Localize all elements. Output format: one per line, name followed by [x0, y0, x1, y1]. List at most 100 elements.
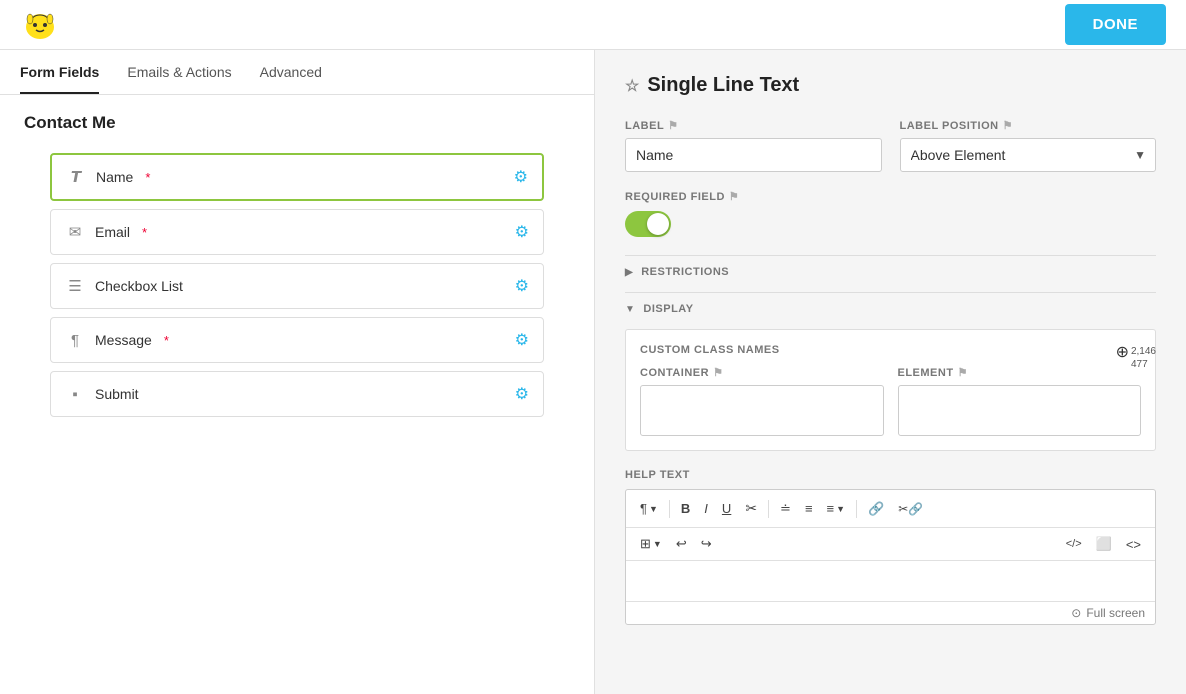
cursor-indicator: ⊕ 2,146 477: [1116, 345, 1156, 371]
main-layout: Form Fields Emails & Actions Advanced Co…: [0, 50, 1186, 694]
editor-toolbar-row2: ⊞ ▼ ↩ ↪ </> ⬜ <>: [626, 528, 1155, 561]
container-info-icon[interactable]: ⚑: [713, 366, 723, 379]
element-field: ELEMENT ⚑: [898, 366, 1142, 436]
toggle-wrap: [625, 211, 1156, 237]
logo-icon: [20, 5, 60, 45]
label-position-label: LABEL POSITION ⚑: [900, 119, 1157, 132]
element-info-icon[interactable]: ⚑: [958, 366, 968, 379]
toolbar-unlink-btn[interactable]: ✂🔗: [892, 498, 929, 520]
restrictions-arrow-icon: ▶: [625, 267, 633, 278]
container-input[interactable]: [640, 385, 884, 436]
label-field-label: LABEL ⚑: [625, 119, 882, 132]
logo-area: [20, 5, 60, 45]
element-input[interactable]: [898, 385, 1142, 436]
label-row: LABEL ⚑ LABEL POSITION ⚑ Above Element B…: [625, 119, 1156, 172]
required-star-email: *: [142, 225, 147, 240]
toggle-knob: [647, 213, 669, 235]
required-toggle[interactable]: [625, 211, 671, 237]
list-icon: ☰: [65, 277, 85, 295]
restrictions-section-header[interactable]: ▶ RESTRICTIONS: [625, 255, 1156, 288]
field-left-checkbox: ☰ Checkbox List: [65, 277, 183, 295]
field-label-email: Email: [95, 224, 130, 240]
toolbar-fullwidth-btn[interactable]: ⬜: [1090, 532, 1118, 556]
toolbar-code-btn[interactable]: <>: [1120, 533, 1147, 556]
label-info-icon[interactable]: ⚑: [668, 119, 678, 132]
toolbar-undo-btn[interactable]: ↩: [670, 532, 693, 556]
display-section: CUSTOM CLASS NAMES CONTAINER ⚑ ELEMENT ⚑: [625, 329, 1156, 451]
required-row: REQUIRED FIELD ⚑: [625, 190, 1156, 237]
cursor-coords: 2,146 477: [1131, 345, 1156, 371]
field-row-checkbox[interactable]: ☰ Checkbox List ⚙: [50, 263, 544, 309]
toolbar-italic-btn[interactable]: I: [698, 497, 714, 520]
field-label-name: Name: [96, 169, 133, 185]
toolbar-underline-btn[interactable]: U: [716, 497, 737, 520]
required-field-label: REQUIRED FIELD ⚑: [625, 190, 1156, 203]
toolbar-redo-btn[interactable]: ↪: [695, 532, 718, 556]
submit-icon: ▪: [65, 386, 85, 403]
paragraph-icon: ¶: [65, 332, 85, 349]
container-label: CONTAINER ⚑: [640, 366, 884, 379]
tab-emails-actions[interactable]: Emails & Actions: [127, 50, 231, 94]
form-fields-list: 𝙏 Name * ⚙ ✉ Email * ⚙ ☰ Checkbox: [0, 143, 594, 427]
field-label-message: Message: [95, 332, 152, 348]
display-arrow-icon: ▼: [625, 304, 635, 315]
toolbar-link-btn[interactable]: 🔗: [862, 497, 890, 521]
done-button[interactable]: DONE: [1065, 4, 1166, 45]
label-position-group: LABEL POSITION ⚑ Above Element Below Ele…: [900, 119, 1157, 172]
field-row-message[interactable]: ¶ Message * ⚙: [50, 317, 544, 363]
toolbar-ordered-list-btn[interactable]: ≐: [774, 497, 797, 521]
label-position-info-icon[interactable]: ⚑: [1003, 119, 1013, 132]
toolbar-source-btn[interactable]: </>: [1060, 534, 1088, 554]
tabs: Form Fields Emails & Actions Advanced: [0, 50, 594, 95]
display-section-header[interactable]: ▼ DISPLAY: [625, 292, 1156, 325]
field-row-email[interactable]: ✉ Email * ⚙: [50, 209, 544, 255]
container-field: CONTAINER ⚑: [640, 366, 884, 436]
tab-advanced[interactable]: Advanced: [260, 50, 322, 94]
required-star-message: *: [164, 333, 169, 348]
toolbar-align-btn[interactable]: ≡ ▼: [821, 497, 852, 520]
toolbar-paragraph-btn[interactable]: ¶ ▼: [634, 497, 664, 520]
field-row-submit[interactable]: ▪ Submit ⚙: [50, 371, 544, 417]
toolbar-unordered-list-btn[interactable]: ≡: [799, 497, 819, 520]
cursor-cross-icon: ⊕: [1116, 345, 1129, 361]
label-group: LABEL ⚑: [625, 119, 882, 172]
fullscreen-button[interactable]: ⊙ Full screen: [1071, 606, 1145, 620]
label-position-select[interactable]: Above Element Below Element Left Right H…: [900, 138, 1157, 172]
required-star-name: *: [145, 170, 150, 185]
required-info-icon[interactable]: ⚑: [729, 190, 739, 203]
field-row-name[interactable]: 𝙏 Name * ⚙: [50, 153, 544, 201]
gear-icon-checkbox[interactable]: ⚙: [515, 276, 529, 296]
text-icon: 𝙏: [66, 168, 86, 186]
editor-container: ¶ ▼ B I U ✂ ≐ ≡ ≡ ▼ 🔗 ✂🔗 ⊞ ▼ ↩: [625, 489, 1156, 625]
custom-class-names-label: CUSTOM CLASS NAMES: [640, 344, 1141, 356]
help-text-section: HELP TEXT ¶ ▼ B I U ✂ ≐ ≡ ≡ ▼ 🔗 ✂🔗: [625, 469, 1156, 625]
star-icon: ☆: [625, 76, 639, 96]
panel-title-text: Single Line Text: [647, 74, 799, 97]
editor-body[interactable]: [626, 561, 1155, 601]
tab-form-fields[interactable]: Form Fields: [20, 50, 99, 94]
editor-toolbar: ¶ ▼ B I U ✂ ≐ ≡ ≡ ▼ 🔗 ✂🔗: [626, 490, 1155, 528]
help-text-label: HELP TEXT: [625, 469, 1156, 481]
label-input[interactable]: [625, 138, 882, 172]
toolbar-bold-btn[interactable]: B: [675, 497, 696, 520]
gear-icon-email[interactable]: ⚙: [515, 222, 529, 242]
gear-icon-name[interactable]: ⚙: [514, 167, 528, 187]
top-bar: DONE: [0, 0, 1186, 50]
class-fields-row: CONTAINER ⚑ ELEMENT ⚑: [640, 366, 1141, 436]
toolbar-strikethrough-btn[interactable]: ✂: [739, 496, 763, 521]
field-left-email: ✉ Email *: [65, 223, 147, 241]
right-panel: ☆ Single Line Text LABEL ⚑ LABEL POSITIO…: [595, 50, 1186, 694]
form-title: Contact Me: [0, 95, 594, 143]
field-label-checkbox: Checkbox List: [95, 278, 183, 294]
toolbar-table-btn[interactable]: ⊞ ▼: [634, 532, 668, 556]
panel-title: ☆ Single Line Text: [625, 74, 1156, 97]
gear-icon-message[interactable]: ⚙: [515, 330, 529, 350]
field-left-name: 𝙏 Name *: [66, 168, 150, 186]
field-left-submit: ▪ Submit: [65, 386, 139, 403]
field-label-submit: Submit: [95, 386, 139, 402]
field-left-message: ¶ Message *: [65, 332, 169, 349]
expand-icon: ⊙: [1071, 606, 1081, 620]
gear-icon-submit[interactable]: ⚙: [515, 384, 529, 404]
label-position-select-wrap: Above Element Below Element Left Right H…: [900, 138, 1157, 172]
element-label: ELEMENT ⚑: [898, 366, 1142, 379]
